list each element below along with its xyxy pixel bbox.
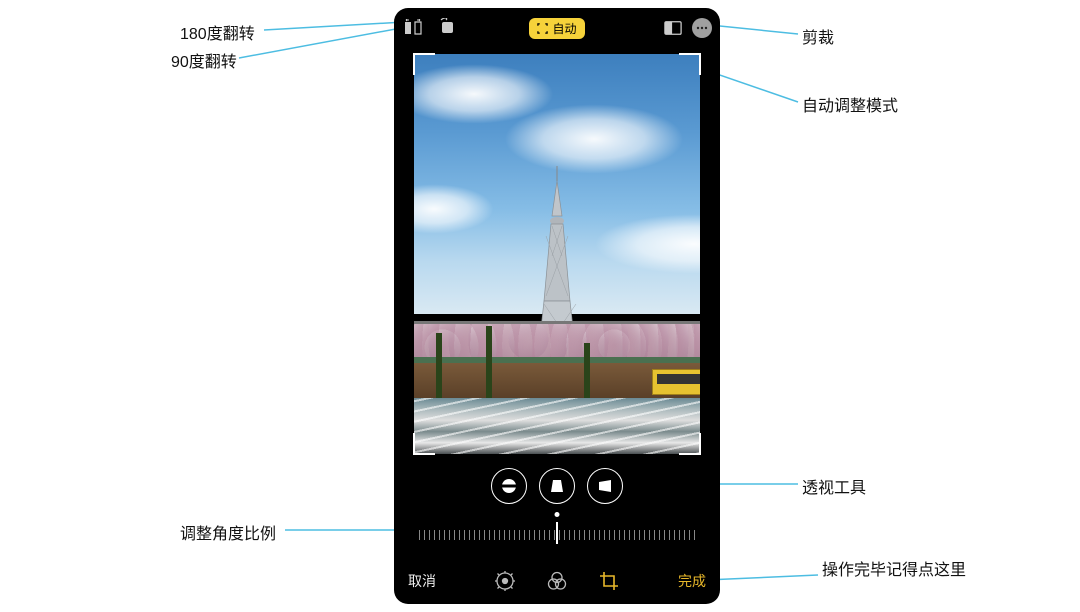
adjust-mode-button[interactable] bbox=[494, 570, 516, 592]
straighten-button[interactable] bbox=[491, 468, 527, 504]
crop-handle-bl[interactable] bbox=[413, 433, 435, 455]
bottom-toolbar: 取消 完成 bbox=[394, 558, 720, 604]
annotation-done-hint: 操作完毕记得点这里 bbox=[822, 560, 966, 582]
vertical-perspective-button[interactable] bbox=[539, 468, 575, 504]
crop-handle-tl[interactable] bbox=[413, 53, 435, 75]
done-button[interactable]: 完成 bbox=[678, 571, 706, 591]
crop-stage[interactable] bbox=[414, 54, 700, 454]
ruler-center-dot bbox=[555, 512, 560, 517]
angle-ruler[interactable] bbox=[419, 522, 695, 546]
annotation-crop: 剪裁 bbox=[802, 24, 834, 48]
filters-mode-button[interactable] bbox=[546, 570, 568, 592]
annotation-angle: 调整角度比例 bbox=[180, 520, 276, 544]
horizontal-perspective-button[interactable] bbox=[587, 468, 623, 504]
annotation-perspective: 透视工具 bbox=[802, 474, 866, 498]
auto-adjust-button[interactable]: 自动 bbox=[529, 18, 584, 39]
crop-handle-br[interactable] bbox=[679, 433, 701, 455]
perspective-tools bbox=[394, 468, 720, 504]
more-button[interactable] bbox=[692, 18, 712, 38]
annotation-auto-adjust: 自动调整模式 bbox=[802, 92, 898, 116]
photo-preview bbox=[414, 54, 700, 454]
crop-handle-tr[interactable] bbox=[679, 53, 701, 75]
annotation-flip-180: 180度翻转 bbox=[180, 20, 255, 44]
annotation-rotate-90: 90度翻转 bbox=[171, 48, 237, 72]
cancel-button[interactable]: 取消 bbox=[408, 571, 436, 591]
ruler-ticks bbox=[419, 530, 695, 540]
top-toolbar: 自动 bbox=[394, 8, 720, 48]
aspect-ratio-button[interactable] bbox=[664, 19, 682, 37]
flip-horizontal-button[interactable] bbox=[404, 18, 422, 36]
rotate-90-button[interactable] bbox=[438, 18, 456, 36]
crop-mode-button[interactable] bbox=[598, 570, 620, 592]
phone-frame: 自动 bbox=[394, 8, 720, 604]
auto-adjust-label: 自动 bbox=[552, 20, 576, 37]
